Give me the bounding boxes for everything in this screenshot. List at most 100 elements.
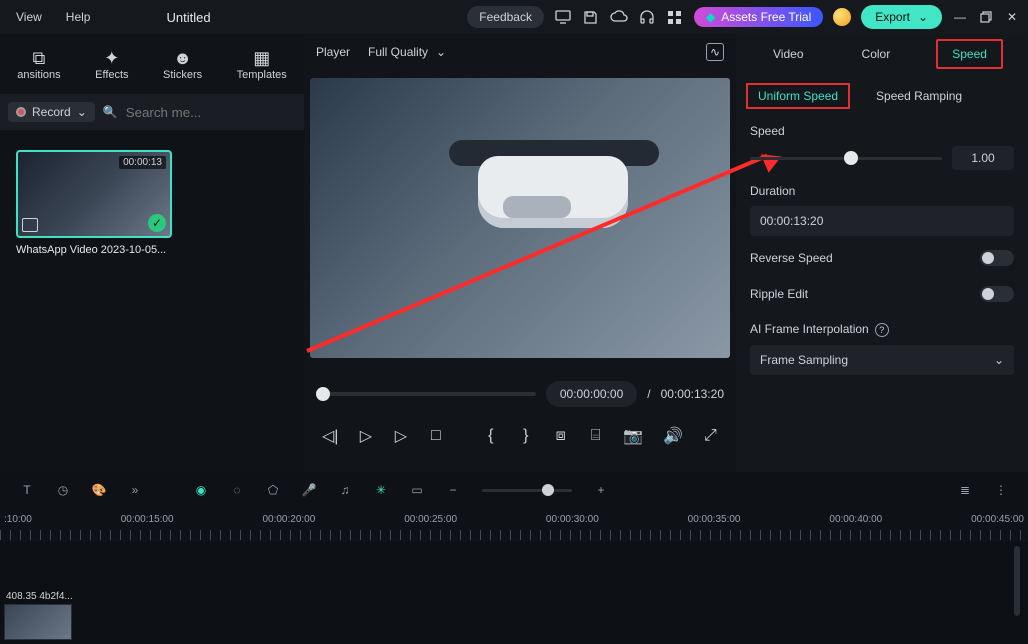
chevron-down-icon: ⌄ [77, 105, 87, 119]
ruler-label: 00:00:45:00 [971, 514, 1024, 525]
quality-select[interactable]: Full Quality⌄ [368, 45, 446, 59]
tab-video[interactable]: Video [761, 39, 815, 69]
transport-controls: ◁| ▷ ▷ □ { } ⧈ ⌸ 📷 🔊 ⤢ [304, 414, 736, 458]
fullscreen-icon[interactable]: ⤢ [703, 426, 718, 446]
prev-frame-icon[interactable]: ◁| [322, 426, 338, 446]
cloud-icon[interactable] [610, 8, 628, 26]
clip-duration: 00:00:13 [119, 156, 166, 169]
timer-icon[interactable]: ◷ [52, 479, 74, 501]
text-tool-icon[interactable]: T [16, 479, 38, 501]
media-clip[interactable]: 00:00:13 ✓ WhatsApp Video 2023-10-05... [16, 150, 172, 256]
vr-lens [503, 196, 571, 218]
speed-slider-thumb[interactable] [844, 151, 858, 165]
document-title: Untitled [166, 10, 210, 25]
chevron-down-icon: ⌄ [918, 10, 928, 24]
check-icon: ✓ [148, 214, 166, 232]
settings-dots-icon[interactable]: ⋮ [990, 479, 1012, 501]
speed-label: Speed [736, 114, 1028, 142]
subtab-uniform-speed[interactable]: Uniform Speed [746, 83, 850, 109]
headphones-icon[interactable] [638, 8, 656, 26]
ripple-edit-toggle[interactable] [980, 286, 1014, 302]
save-icon[interactable] [582, 8, 600, 26]
tab-speed[interactable]: Speed [936, 39, 1003, 69]
properties-tabs: Video Color Speed [736, 34, 1028, 74]
menu-help[interactable]: Help [58, 6, 99, 28]
subtab-speed-ramping[interactable]: Speed Ramping [868, 85, 970, 107]
timeline-ruler[interactable]: :10:00 00:00:15:00 00:00:20:00 00:00:25:… [0, 508, 1028, 542]
player-panel: Player Full Quality⌄ ∿ 00:00:00:00 / 00:… [304, 34, 736, 472]
grid-icon[interactable] [666, 8, 684, 26]
zoom-in-icon[interactable]: + [590, 479, 612, 501]
tab-transitions[interactable]: ⧉ansitions [17, 47, 60, 81]
assets-trial-button[interactable]: ◆ Assets Free Trial [694, 7, 823, 27]
snapshot-icon[interactable]: 📷 [623, 426, 643, 446]
monitor-icon[interactable] [554, 8, 572, 26]
export-button[interactable]: Export ⌄ [861, 5, 942, 29]
crop-icon[interactable]: ⧈ [553, 426, 568, 446]
display-icon[interactable]: ⌸ [588, 426, 603, 446]
list-view-icon[interactable]: ≣ [954, 479, 976, 501]
play-forward-icon[interactable]: ▷ [393, 426, 408, 446]
timeline-panel: T ◷ 🎨 » ◉ ◌ ⬠ 🎤 ♫ ✳ ▭ − + ≣ ⋮ :10:00 00:… [0, 472, 1028, 644]
loop-icon[interactable]: ◌ [226, 479, 248, 501]
duration-field[interactable]: 00:00:13:20 [750, 206, 1014, 236]
search-input[interactable] [126, 105, 303, 120]
progress-thumb[interactable] [316, 387, 330, 401]
export-label: Export [875, 10, 910, 24]
tab-templates[interactable]: ▦Templates [237, 47, 287, 81]
mic-icon[interactable]: 🎤 [298, 479, 320, 501]
time-current: 00:00:00:00 [546, 381, 637, 407]
music-icon[interactable]: ♫ [334, 479, 356, 501]
ratio-icon[interactable]: ▭ [406, 479, 428, 501]
tab-effects[interactable]: ✦Effects [95, 47, 128, 81]
timeline-tracks[interactable]: 408.35 4b2f4... [0, 542, 1028, 644]
speed-value[interactable]: 1.00 [952, 146, 1014, 170]
feedback-button[interactable]: Feedback [467, 6, 544, 28]
mark-in-icon[interactable]: { [483, 426, 498, 446]
chevron-down-icon: ⌄ [994, 353, 1004, 367]
reverse-speed-label: Reverse Speed [750, 251, 833, 265]
close-icon[interactable]: ✕ [1004, 9, 1020, 25]
reverse-speed-toggle[interactable] [980, 250, 1014, 266]
zoom-slider[interactable] [482, 489, 572, 492]
volume-icon[interactable]: 🔊 [663, 426, 683, 446]
trial-label: Assets Free Trial [721, 10, 811, 24]
stop-icon[interactable]: □ [428, 426, 443, 446]
play-icon[interactable]: ▷ [358, 426, 373, 446]
zoom-thumb[interactable] [542, 484, 554, 496]
maximize-icon[interactable] [978, 9, 994, 25]
info-icon[interactable]: ? [875, 323, 889, 337]
clip-thumbnail[interactable]: 00:00:13 ✓ [16, 150, 172, 238]
ai-interp-select[interactable]: Frame Sampling⌄ [750, 345, 1014, 375]
ripple-edit-label: Ripple Edit [750, 287, 808, 301]
keyframe-icon[interactable]: ✳ [370, 479, 392, 501]
tab-color[interactable]: Color [850, 39, 903, 69]
scope-icon[interactable]: ∿ [706, 43, 724, 61]
templates-icon: ▦ [237, 47, 287, 69]
profile-badge[interactable] [833, 8, 851, 26]
marker-icon[interactable]: ⬠ [262, 479, 284, 501]
video-viewer[interactable] [310, 78, 730, 358]
speed-slider[interactable] [750, 157, 942, 160]
more-tools-icon[interactable]: » [124, 479, 146, 501]
palette-icon[interactable]: 🎨 [88, 479, 110, 501]
menu-view[interactable]: View [8, 6, 50, 28]
film-icon [22, 218, 38, 232]
timeline-vscroll[interactable] [1014, 546, 1020, 616]
mark-out-icon[interactable]: } [518, 426, 533, 446]
smart-tool-icon[interactable]: ◉ [190, 479, 212, 501]
timeline-clip[interactable] [4, 604, 72, 640]
left-category-tabs: ⧉ansitions ✦Effects ☻Stickers ▦Templates [0, 34, 304, 94]
record-button[interactable]: Record ⌄ [8, 102, 95, 122]
progress-row: 00:00:00:00 / 00:00:13:20 [304, 374, 736, 414]
ai-interp-label: AI Frame Interpolation? [736, 312, 1028, 341]
minimize-icon[interactable]: — [952, 9, 968, 25]
zoom-out-icon[interactable]: − [442, 479, 464, 501]
record-icon [16, 107, 26, 117]
ruler-label: 00:00:20:00 [262, 514, 315, 525]
ruler-label: 00:00:40:00 [829, 514, 882, 525]
progress-slider[interactable] [316, 392, 536, 396]
search-icon: 🔍 [103, 105, 118, 119]
ruler-label: 00:00:35:00 [688, 514, 741, 525]
tab-stickers[interactable]: ☻Stickers [163, 47, 202, 81]
